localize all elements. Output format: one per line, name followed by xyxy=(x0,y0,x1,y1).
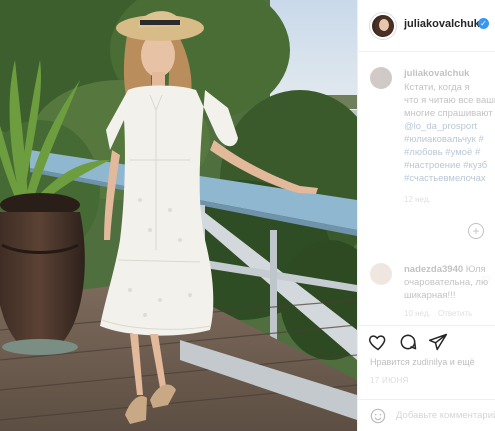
author-avatar[interactable] xyxy=(370,13,396,39)
comment-hashtags[interactable]: #счастьевмелочах xyxy=(404,172,486,185)
comment-icon[interactable] xyxy=(398,332,418,352)
author-username[interactable]: juliakovalchuk xyxy=(404,18,480,30)
load-more-icon[interactable]: + xyxy=(468,223,484,239)
add-comment-bar xyxy=(358,399,495,431)
comment-hashtags[interactable]: #юлиаковальчук # xyxy=(404,133,484,146)
comment-line: Кстати, когда я xyxy=(404,82,470,93)
reply-button[interactable]: Ответить xyxy=(438,309,472,318)
smile-icon[interactable] xyxy=(370,408,386,424)
comment-line: очаровательна, лю xyxy=(404,277,489,288)
verified-badge-icon: ✓ xyxy=(478,18,489,29)
comment-avatar[interactable] xyxy=(370,263,392,285)
comment-like-icon[interactable]: ♡ xyxy=(482,275,491,286)
comment-time: 10 нед. xyxy=(404,309,431,318)
post-photo[interactable] xyxy=(0,0,357,431)
comment-line: многие спрашивают xyxy=(404,108,493,119)
likes-count[interactable]: Нравится zudinilya и ещё xyxy=(370,357,475,367)
post-actions xyxy=(358,325,495,355)
post-date: 17 ИЮНЯ xyxy=(370,376,409,385)
post-image xyxy=(0,0,357,431)
heart-icon[interactable] xyxy=(368,332,388,352)
post-header: juliakovalchuk ✓ xyxy=(358,0,495,52)
share-icon[interactable] xyxy=(428,332,448,352)
add-comment-input[interactable] xyxy=(396,410,495,421)
comment-time: 12 нед. xyxy=(404,195,431,204)
comment-avatar[interactable] xyxy=(370,67,392,89)
comment-hashtags[interactable]: #настроение #кузб xyxy=(404,159,487,172)
post-side-panel: juliakovalchuk ✓ juliakovalchuk Кстати, … xyxy=(357,0,495,431)
comment-line: шикарная!!! xyxy=(404,290,456,301)
comment-author[interactable]: juliakovalchuk xyxy=(404,67,469,80)
comment-hashtags[interactable]: #любовь #умоё # xyxy=(404,146,480,159)
comment-line: что я читаю все ваши xyxy=(404,95,495,106)
comment-mention[interactable]: @lo_da_prosport xyxy=(404,120,477,133)
comments-list: juliakovalchuk Кстати, когда я что я чит… xyxy=(358,53,495,325)
comment-first-line: nadezda3940 Юля xyxy=(404,264,486,275)
